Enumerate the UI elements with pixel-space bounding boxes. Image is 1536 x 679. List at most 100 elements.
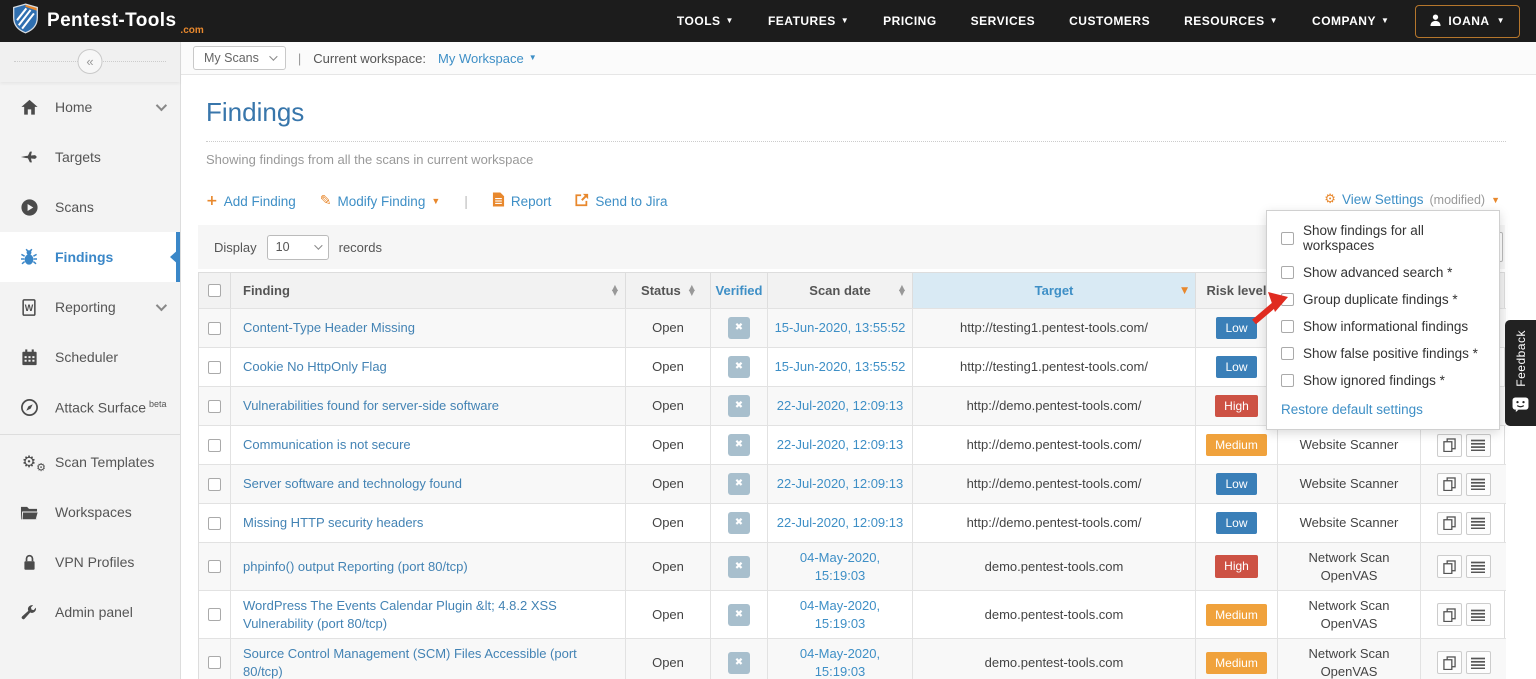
verified-badge[interactable]: ✖ — [728, 652, 750, 674]
finding-link[interactable]: Source Control Management (SCM) Files Ac… — [243, 645, 619, 679]
row-checkbox[interactable] — [208, 361, 221, 374]
duplicate-icon[interactable] — [1437, 473, 1462, 496]
nav-item-features[interactable]: FEATURES▼ — [768, 14, 849, 28]
verified-badge[interactable]: ✖ — [728, 556, 750, 578]
verified-badge[interactable]: ✖ — [728, 604, 750, 626]
menu-item-group-duplicates[interactable]: Group duplicate findings * — [1281, 292, 1485, 307]
chevron-down-icon — [314, 241, 322, 249]
finding-link[interactable]: Communication is not secure — [243, 436, 411, 454]
row-checkbox[interactable] — [208, 322, 221, 335]
scan-date-link[interactable]: 04-May-2020, 15:19:03 — [774, 645, 906, 679]
menu-item-all-workspaces[interactable]: Show findings for all workspaces — [1281, 223, 1485, 253]
sidebar-item-vpn-profiles[interactable]: VPN Profiles — [0, 537, 180, 587]
scan-date-link[interactable]: 04-May-2020, 15:19:03 — [774, 597, 906, 632]
view-settings-button[interactable]: ⚙ View Settings (modified) ▼ — [1324, 192, 1500, 207]
sidebar-item-scans[interactable]: Scans — [0, 182, 180, 232]
details-list-icon[interactable] — [1466, 512, 1491, 535]
checkbox[interactable] — [1281, 232, 1294, 245]
restore-default-settings-link[interactable]: Restore default settings — [1281, 402, 1423, 417]
duplicate-icon[interactable] — [1437, 651, 1462, 674]
select-all-checkbox[interactable] — [208, 284, 221, 297]
header-status[interactable]: Status▲▼ — [626, 273, 711, 308]
menu-item-advanced-search[interactable]: Show advanced search * — [1281, 265, 1485, 280]
row-checkbox[interactable] — [208, 608, 221, 621]
scan-date-link[interactable]: 04-May-2020, 15:19:03 — [774, 549, 906, 584]
finding-link[interactable]: Missing HTTP security headers — [243, 514, 423, 532]
checkbox[interactable] — [1281, 347, 1294, 360]
sidebar-item-workspaces[interactable]: Workspaces — [0, 487, 180, 537]
duplicate-icon[interactable] — [1437, 603, 1462, 626]
scan-date-link[interactable]: 15-Jun-2020, 13:55:52 — [775, 319, 906, 337]
verified-badge[interactable]: ✖ — [728, 317, 750, 339]
scan-date-link[interactable]: 22-Jul-2020, 12:09:13 — [777, 514, 903, 532]
details-list-icon[interactable] — [1466, 603, 1491, 626]
details-list-icon[interactable] — [1466, 434, 1491, 457]
finding-link[interactable]: Cookie No HttpOnly Flag — [243, 358, 387, 376]
verified-badge[interactable]: ✖ — [728, 512, 750, 534]
finding-link[interactable]: Server software and technology found — [243, 475, 462, 493]
verified-badge[interactable]: ✖ — [728, 395, 750, 417]
menu-item-ignored[interactable]: Show ignored findings * — [1281, 373, 1485, 388]
finding-link[interactable]: Content-Type Header Missing — [243, 319, 415, 337]
duplicate-icon[interactable] — [1437, 512, 1462, 535]
status-cell: Open — [626, 638, 711, 679]
records-per-page-select[interactable]: 10 — [267, 235, 329, 260]
scans-selector-button[interactable]: My Scans — [193, 46, 286, 70]
nav-item-services[interactable]: SERVICES — [971, 14, 1035, 28]
menu-item-informational[interactable]: Show informational findings — [1281, 319, 1485, 334]
workspace-selector-link[interactable]: My Workspace ▼ — [438, 51, 537, 66]
row-checkbox[interactable] — [208, 439, 221, 452]
risk-badge: Medium — [1206, 434, 1267, 456]
sidebar-item-attack-surface[interactable]: Attack Surfacebeta — [0, 382, 180, 432]
target-cell: http://demo.pentest-tools.com/ — [913, 425, 1196, 464]
checkbox[interactable] — [1281, 266, 1294, 279]
sidebar-item-findings[interactable]: Findings — [0, 232, 180, 282]
sidebar-item-targets[interactable]: Targets — [0, 132, 180, 182]
finding-link[interactable]: WordPress The Events Calendar Plugin &lt… — [243, 597, 619, 632]
verified-badge[interactable]: ✖ — [728, 473, 750, 495]
nav-item-pricing[interactable]: PRICING — [883, 14, 937, 28]
nav-item-tools[interactable]: TOOLS▼ — [677, 14, 734, 28]
modify-finding-button[interactable]: ✎ Modify Finding ▼ — [320, 193, 440, 209]
header-target[interactable]: Target▼ — [913, 273, 1196, 308]
sidebar-item-home[interactable]: Home — [0, 82, 180, 132]
feedback-tab[interactable]: Feedback — [1505, 320, 1536, 426]
add-finding-button[interactable]: + Add Finding — [206, 193, 296, 209]
row-checkbox[interactable] — [208, 656, 221, 669]
row-checkbox[interactable] — [208, 517, 221, 530]
nav-item-resources[interactable]: RESOURCES▼ — [1184, 14, 1278, 28]
brand-logo[interactable]: Pentest-Tools .com — [12, 3, 204, 39]
scan-date-link[interactable]: 15-Jun-2020, 13:55:52 — [775, 358, 906, 376]
finding-link[interactable]: phpinfo() output Reporting (port 80/tcp) — [243, 558, 468, 576]
duplicate-icon[interactable] — [1437, 434, 1462, 457]
details-list-icon[interactable] — [1466, 651, 1491, 674]
header-finding[interactable]: Finding▲▼ — [231, 273, 626, 308]
menu-item-false-positive[interactable]: Show false positive findings * — [1281, 346, 1485, 361]
row-checkbox[interactable] — [208, 478, 221, 491]
details-list-icon[interactable] — [1466, 473, 1491, 496]
scan-date-link[interactable]: 22-Jul-2020, 12:09:13 — [777, 436, 903, 454]
sidebar-item-admin-panel[interactable]: Admin panel — [0, 587, 180, 637]
send-to-jira-button[interactable]: Send to Jira — [575, 193, 667, 210]
sidebar-item-scan-templates[interactable]: ⚙⚙ Scan Templates — [0, 437, 180, 487]
user-menu-button[interactable]: IOANA ▼ — [1415, 5, 1520, 38]
verified-badge[interactable]: ✖ — [728, 434, 750, 456]
duplicate-icon[interactable] — [1437, 555, 1462, 578]
sidebar-collapse-button[interactable]: « — [78, 49, 103, 74]
row-checkbox[interactable] — [208, 400, 221, 413]
header-scan-date[interactable]: Scan date▲▼ — [768, 273, 913, 308]
finding-link[interactable]: Vulnerabilities found for server-side so… — [243, 397, 499, 415]
nav-item-company[interactable]: COMPANY▼ — [1312, 14, 1389, 28]
page-title: Findings — [206, 97, 1536, 128]
scan-date-link[interactable]: 22-Jul-2020, 12:09:13 — [777, 475, 903, 493]
sidebar-item-reporting[interactable]: W Reporting — [0, 282, 180, 332]
report-button[interactable]: Report — [492, 192, 552, 210]
row-checkbox[interactable] — [208, 560, 221, 573]
verified-badge[interactable]: ✖ — [728, 356, 750, 378]
header-verified[interactable]: Verified — [711, 273, 768, 308]
nav-item-customers[interactable]: CUSTOMERS — [1069, 14, 1150, 28]
details-list-icon[interactable] — [1466, 555, 1491, 578]
scan-date-link[interactable]: 22-Jul-2020, 12:09:13 — [777, 397, 903, 415]
sidebar-item-scheduler[interactable]: Scheduler — [0, 332, 180, 382]
checkbox[interactable] — [1281, 374, 1294, 387]
